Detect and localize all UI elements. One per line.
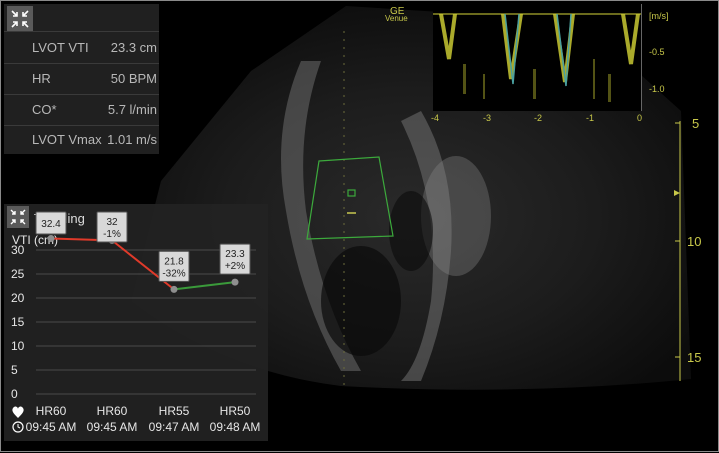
data-label-value: 21.8	[164, 256, 184, 267]
data-label-change: -32%	[162, 268, 185, 279]
data-label-change: +2%	[225, 261, 245, 272]
y-tick-label: 25	[11, 267, 25, 281]
data-label-value: 23.3	[225, 249, 245, 260]
y-tick-label: 15	[11, 315, 25, 329]
x-tick-hr: HR60	[97, 404, 128, 418]
data-label-value: 32	[106, 217, 118, 228]
data-label-value: 32.4	[41, 219, 61, 230]
x-tick-hr: HR50	[220, 404, 251, 418]
x-tick-time: 09:47 AM	[149, 420, 200, 434]
x-tick-time: 09:48 AM	[210, 420, 261, 434]
clock-hands	[17, 424, 21, 429]
x-tick-hr: HR55	[159, 404, 190, 418]
y-tick-label: 5	[11, 363, 18, 377]
data-label-change: -1%	[103, 229, 121, 240]
x-tick-time: 09:45 AM	[26, 420, 77, 434]
data-point	[47, 234, 55, 242]
trend-chart: 0 5 10 15 20 25 30 32.4 32-1% 21.8-32% 23.3+2% HR60…	[11, 211, 261, 434]
data-point	[170, 285, 178, 293]
heart-icon	[12, 406, 24, 418]
trend-segment	[173, 281, 236, 291]
y-tick-label: 0	[11, 387, 18, 401]
ultrasound-screen: GE Venue [m/s] -0.5 -1.0 -4 -3 -2 -1 0 5…	[0, 0, 719, 452]
data-point	[231, 278, 239, 286]
y-tick-label: 30	[11, 243, 25, 257]
y-tick-label: 10	[11, 339, 25, 353]
x-tick-hr: HR60	[36, 404, 67, 418]
x-tick-time: 09:45 AM	[87, 420, 138, 434]
y-tick-label: 20	[11, 291, 25, 305]
